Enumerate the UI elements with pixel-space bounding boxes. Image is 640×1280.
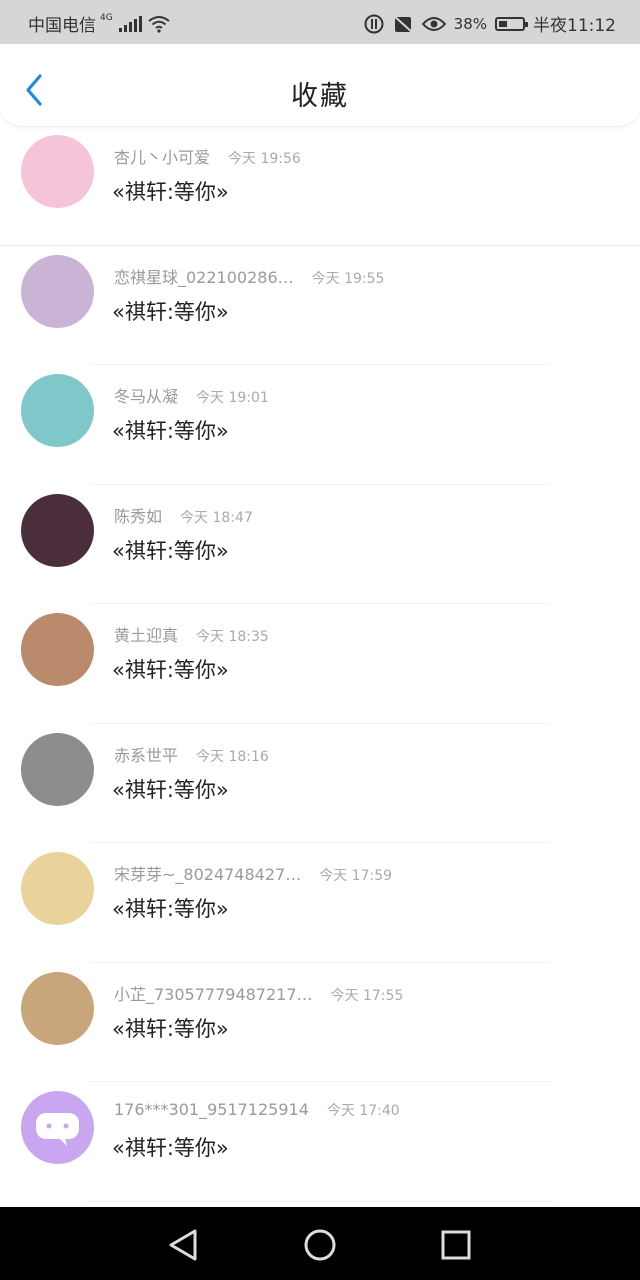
avatar[interactable] xyxy=(21,732,94,806)
battery-percent: 38% xyxy=(453,14,487,33)
status-bar: 中国电信 4G 38% 半夜11:12 xyxy=(0,0,640,44)
timestamp: 今天 17:55 xyxy=(330,987,404,1004)
item-meta: 宋芽芽~_8024748427… 今天 17:59 xyxy=(114,861,392,885)
item-meta: 小芷_730577794872­17… 今天 17:55 xyxy=(114,981,403,1005)
timestamp: 今天 17:59 xyxy=(319,868,393,884)
item-meta: 冬马从凝 今天 19:01 xyxy=(114,383,269,407)
no-sim-icon xyxy=(391,13,414,34)
divider xyxy=(90,1200,550,1202)
favorite-item[interactable]: 宋芽芽~_8024748427… 今天 17:59 «祺轩:等你» xyxy=(0,843,640,963)
favorite-item[interactable]: 冬马从凝 今天 19:01 «祺轩:等你» xyxy=(0,365,640,485)
favorite-item[interactable]: 陈秀如 今天 18:47 «祺轩:等你» xyxy=(0,485,640,604)
avatar[interactable] xyxy=(21,493,94,567)
avatar[interactable] xyxy=(21,135,94,208)
item-meta: 陈秀如 今天 18:47 xyxy=(114,503,253,527)
nav-back-icon[interactable] xyxy=(163,1225,203,1265)
favorite-item[interactable]: 小芷_730577794872­17… 今天 17:55 «祺轩:等你» xyxy=(0,963,640,1082)
chat-bubble-icon xyxy=(36,1113,79,1146)
wifi-icon xyxy=(148,15,170,33)
message-text: «祺轩:等你» xyxy=(112,538,229,563)
user-name: 黄土迎真 xyxy=(114,626,179,645)
item-meta: 恋祺星球_022100286… 今天 19:55 xyxy=(114,264,384,288)
timestamp: 今天 19:56 xyxy=(228,151,301,167)
item-meta: 176***301_9517125914 今天 17:40 xyxy=(114,1100,400,1120)
carrier-label: 中国电信 xyxy=(28,16,96,36)
avatar[interactable] xyxy=(21,254,94,328)
user-name: 176***301_9517125914 xyxy=(114,1100,309,1119)
message-text: «祺轩:等你» xyxy=(112,1136,229,1160)
avatar[interactable] xyxy=(21,971,94,1045)
avatar[interactable] xyxy=(21,613,94,686)
timestamp: 今天 19:01 xyxy=(196,390,269,406)
nav-home-icon[interactable] xyxy=(300,1225,340,1265)
timestamp: 今天 19:55 xyxy=(311,270,385,287)
timestamp: 今天 18:35 xyxy=(196,629,269,645)
clock: 半夜11:12 xyxy=(533,16,616,36)
page-title: 收藏 xyxy=(291,81,349,112)
item-meta: 杏儿丶小可爱 今天 19:56 xyxy=(114,144,301,168)
user-name: 赤系世平 xyxy=(114,745,179,765)
signal-icon xyxy=(118,15,142,32)
message-text: «祺轩:等你» xyxy=(112,658,229,682)
favorite-item[interactable]: 黄土迎真 今天 18:35 «祺轩:等你» xyxy=(0,604,640,724)
user-name: 冬马从凝 xyxy=(114,387,179,406)
favorite-item[interactable]: 176***301_9517125914 今天 17:40 «祺轩:等你» xyxy=(0,1082,640,1202)
user-name: 恋祺星球_022100286… xyxy=(114,267,294,287)
timestamp: 今天 18:16 xyxy=(196,748,269,765)
data-saver-icon xyxy=(364,14,384,33)
message-text: «祺轩:等你» xyxy=(112,1016,229,1041)
message-text: «祺轩:等你» xyxy=(112,777,229,802)
user-name: 杏儿丶小可爱 xyxy=(114,148,211,167)
message-text: «祺轩:等你» xyxy=(112,897,229,921)
avatar[interactable] xyxy=(21,374,94,447)
timestamp: 今天 18:47 xyxy=(180,509,253,526)
favorites-list: 杏儿丶小可爱 今天 19:56 «祺轩:等你» 恋祺星球_022100286… 今天 1… xyxy=(0,126,640,1202)
app-header: 收藏 xyxy=(0,44,640,127)
avatar[interactable] xyxy=(21,852,94,925)
user-name: 宋芽芽~_8024748427… xyxy=(114,865,302,884)
network-type: 4G xyxy=(100,12,113,23)
eye-comfort-icon xyxy=(421,16,446,31)
favorite-item[interactable]: 赤系世平 今天 18:16 «祺轩:等你» xyxy=(0,724,640,843)
favorite-item[interactable]: 杏儿丶小可爱 今天 19:56 «祺轩:等你» xyxy=(0,126,640,246)
timestamp: 今天 17:40 xyxy=(326,1103,400,1119)
user-name: 小芷_730577794872­17… xyxy=(114,984,313,1004)
message-text: «祺轩:等你» xyxy=(112,299,229,324)
battery-icon xyxy=(495,16,528,31)
message-text: «祺轩:等你» xyxy=(112,419,229,443)
avatar[interactable] xyxy=(21,1091,94,1164)
item-meta: 赤系世平 今天 18:16 xyxy=(114,742,269,766)
item-meta: 黄土迎真 今天 18:35 xyxy=(114,622,269,646)
user-name: 陈秀如 xyxy=(114,506,163,526)
message-text: «祺轩:等你» xyxy=(112,180,229,204)
favorite-item[interactable]: 恋祺星球_022100286… 今天 19:55 «祺轩:等你» xyxy=(0,246,640,365)
nav-recents-icon[interactable] xyxy=(436,1225,476,1265)
navigation-bar xyxy=(0,1207,640,1280)
